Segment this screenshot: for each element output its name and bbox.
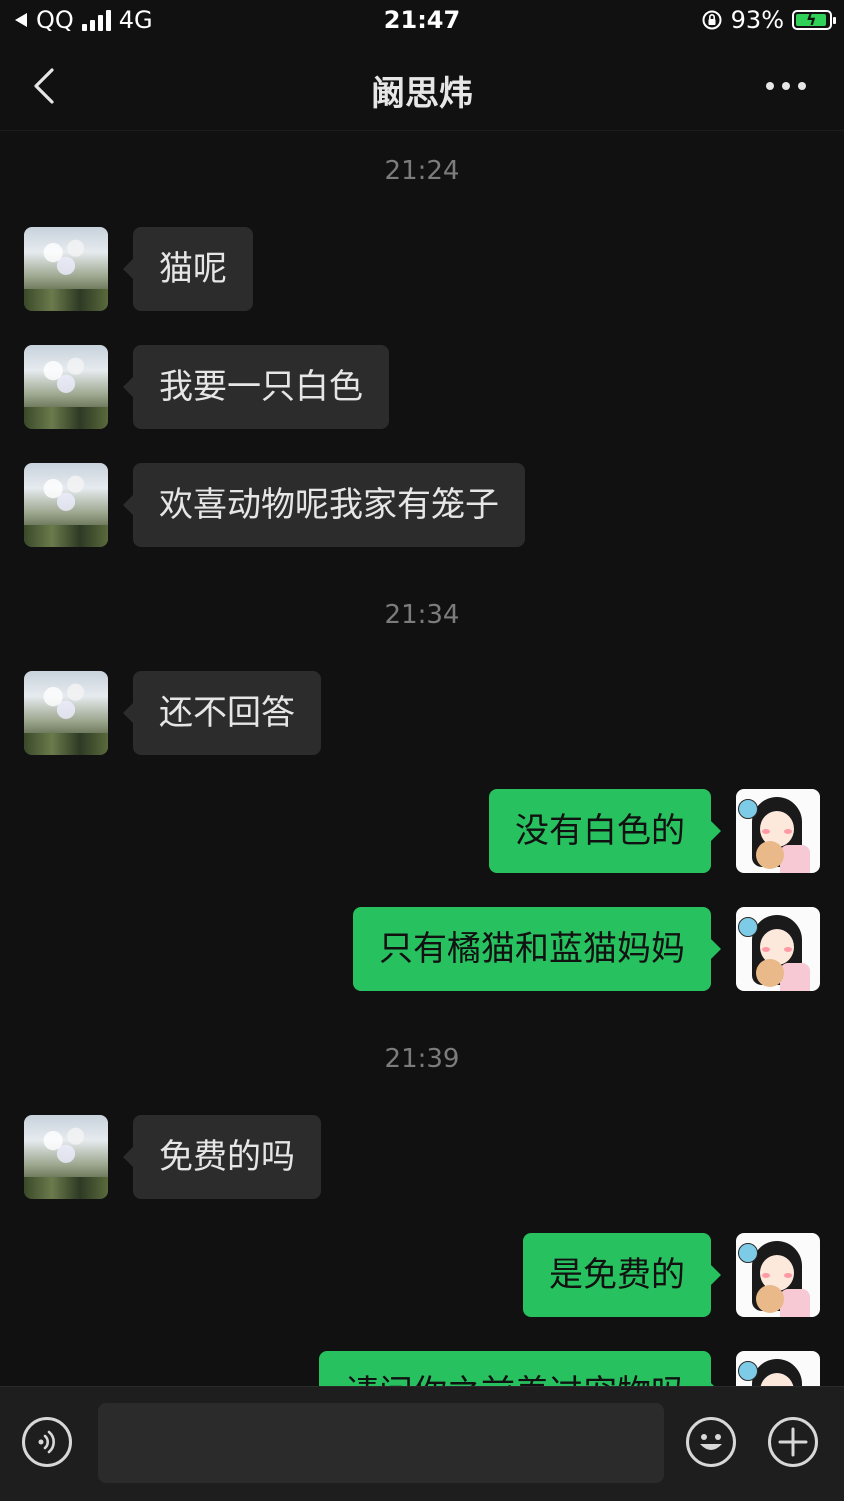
peer-avatar[interactable] (24, 1115, 108, 1199)
chat-header: 阚思炜 (0, 44, 844, 131)
plus-icon[interactable] (768, 1417, 818, 1467)
voice-icon[interactable] (22, 1417, 72, 1467)
message-row: 请问你之前养过宠物吗 (0, 1351, 844, 1386)
peer-message-bubble[interactable]: 欢喜动物呢我家有笼子 (123, 463, 525, 547)
peer-message-bubble[interactable]: 还不回答 (123, 671, 321, 755)
my-avatar[interactable] (736, 1233, 820, 1317)
battery-icon: ϟ (792, 10, 836, 30)
message-row: 只有橘猫和蓝猫妈妈 (0, 907, 844, 991)
peer-message-bubble[interactable]: 猫呢 (123, 227, 253, 311)
rotation-lock-icon (702, 10, 722, 30)
message-list[interactable]: 21:24 猫呢 我要一只白色 欢喜动物呢我家有笼子 21:34 还不回答 没有… (0, 131, 844, 1386)
status-right: 93% ϟ (701, 6, 836, 34)
peer-avatar[interactable] (24, 227, 108, 311)
timestamp: 21:39 (384, 1044, 460, 1074)
chat-title: 阚思炜 (371, 74, 473, 114)
peer-avatar[interactable] (24, 463, 108, 547)
more-dots-icon[interactable] (766, 82, 806, 90)
message-row: 欢喜动物呢我家有笼子 (0, 463, 844, 547)
my-avatar[interactable] (736, 907, 820, 991)
my-message-bubble[interactable]: 请问你之前养过宠物吗 (319, 1351, 721, 1386)
message-row: 是免费的 (0, 1233, 844, 1317)
my-avatar[interactable] (736, 1351, 820, 1386)
my-message-bubble[interactable]: 是免费的 (523, 1233, 721, 1317)
timestamp: 21:34 (384, 600, 460, 630)
timestamp: 21:24 (384, 156, 460, 186)
peer-message-bubble[interactable]: 免费的吗 (123, 1115, 321, 1199)
emoji-icon[interactable] (686, 1417, 736, 1467)
peer-message-bubble[interactable]: 我要一只白色 (123, 345, 389, 429)
message-row: 猫呢 (0, 227, 844, 311)
battery-percent: 93% (730, 6, 784, 34)
input-bar (0, 1386, 844, 1501)
charging-bolt-icon: ϟ (806, 10, 817, 29)
message-row: 还不回答 (0, 671, 844, 755)
message-row: 没有白色的 (0, 789, 844, 873)
message-row: 我要一只白色 (0, 345, 844, 429)
my-message-bubble[interactable]: 没有白色的 (489, 789, 721, 873)
status-bar: QQ 4G 21:47 93% ϟ (0, 0, 844, 42)
my-avatar[interactable] (736, 789, 820, 873)
peer-avatar[interactable] (24, 671, 108, 755)
peer-avatar[interactable] (24, 345, 108, 429)
message-input[interactable] (98, 1403, 664, 1483)
message-row: 免费的吗 (0, 1115, 844, 1199)
my-message-bubble[interactable]: 只有橘猫和蓝猫妈妈 (353, 907, 721, 991)
